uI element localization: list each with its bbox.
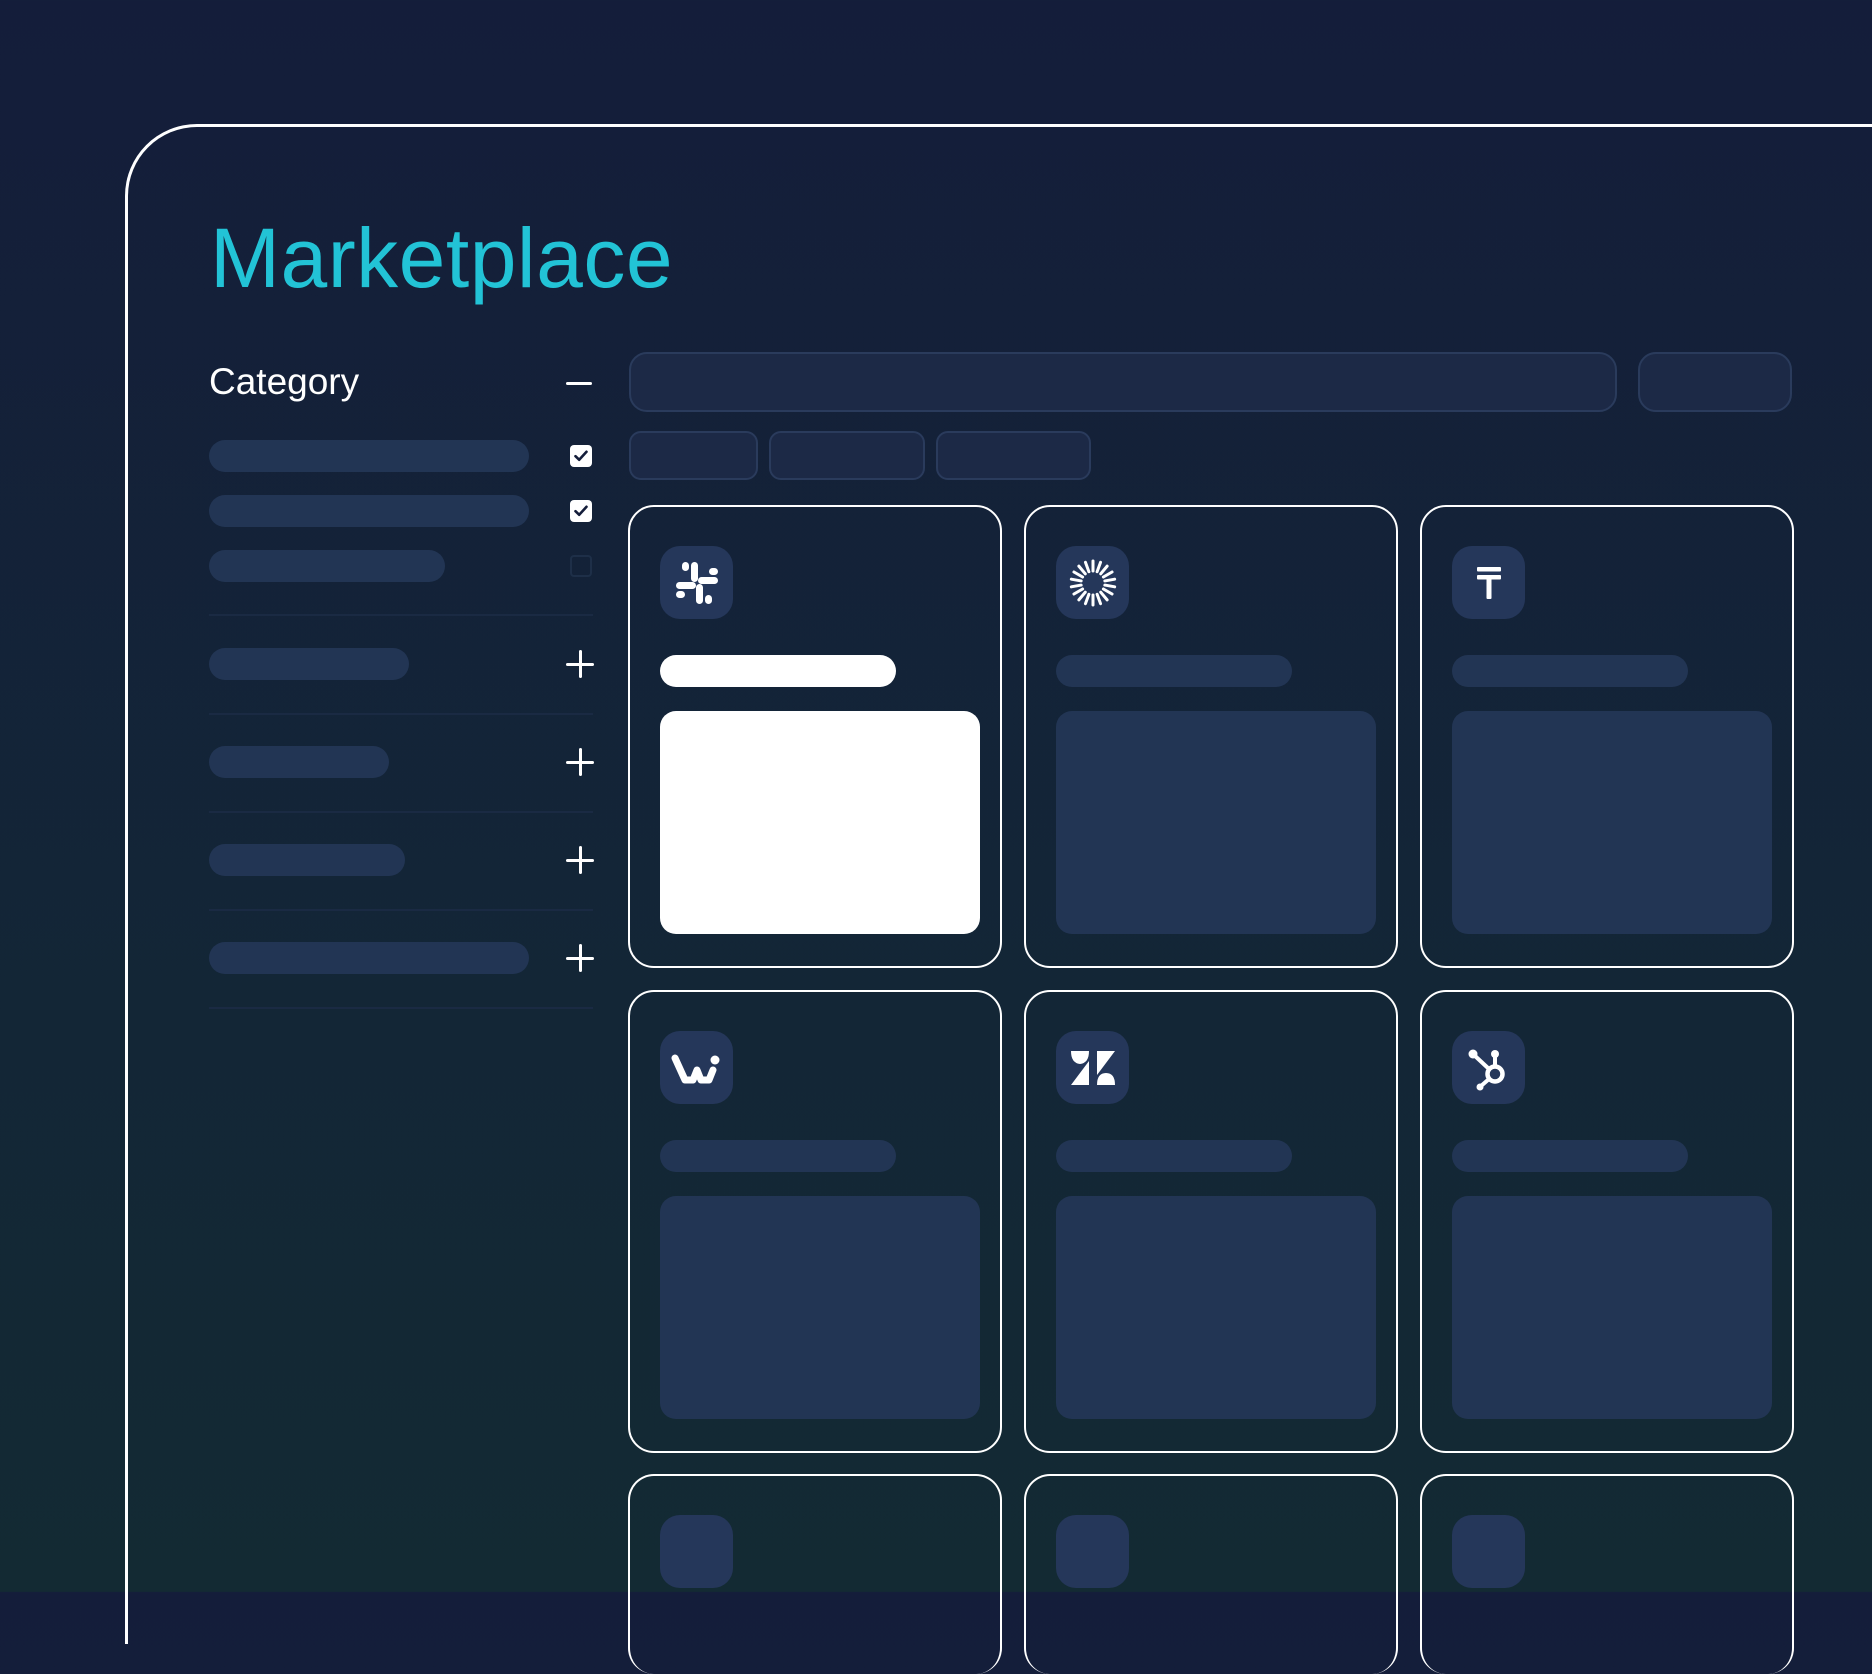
app-card-slack[interactable]	[628, 505, 1002, 968]
app-card-title	[660, 655, 896, 687]
filter-group-label	[209, 844, 405, 876]
filter-group-label	[209, 648, 409, 680]
category-option-label	[209, 550, 445, 582]
filter-chip[interactable]	[769, 431, 925, 480]
sort-dropdown-button[interactable]	[1638, 352, 1792, 412]
app-card-description	[1452, 711, 1772, 934]
tally-t-icon	[1476, 566, 1501, 599]
slack-icon	[675, 561, 718, 604]
app-card-hubspot[interactable]	[1420, 990, 1794, 1453]
app-card-description	[1056, 1196, 1376, 1419]
sunburst-icon	[1069, 559, 1116, 606]
app-card-wrike[interactable]	[628, 990, 1002, 1453]
checkmark-icon	[574, 505, 588, 517]
hubspot-icon	[1468, 1049, 1505, 1090]
app-card-placeholder[interactable]	[1420, 1474, 1794, 1674]
category-option-label	[209, 440, 529, 472]
app-card-zendesk[interactable]	[1024, 990, 1398, 1453]
expand-filter-plus-icon[interactable]	[566, 846, 594, 874]
sidebar-divider	[209, 811, 593, 813]
filter-chip[interactable]	[629, 431, 758, 480]
app-logo-placeholder	[1452, 1515, 1525, 1588]
filter-chip[interactable]	[936, 431, 1091, 480]
app-card-placeholder[interactable]	[1024, 1474, 1398, 1674]
search-input[interactable]	[629, 352, 1617, 412]
app-logo-tile	[1056, 546, 1129, 619]
wrike-w-icon	[671, 1054, 719, 1083]
app-card-placeholder[interactable]	[628, 1474, 1002, 1674]
category-option-checkbox[interactable]	[570, 500, 592, 522]
category-option-checkbox[interactable]	[570, 555, 592, 577]
app-card-title	[1452, 1140, 1688, 1172]
app-card-title	[1056, 1140, 1292, 1172]
sidebar-divider	[209, 1007, 593, 1009]
filter-group-label	[209, 746, 389, 778]
category-option-label	[209, 495, 529, 527]
app-card-title	[1056, 655, 1292, 687]
category-filter-label: Category	[209, 361, 360, 402]
expand-filter-plus-icon[interactable]	[566, 944, 594, 972]
zendesk-icon	[1070, 1050, 1115, 1085]
app-card-description	[660, 1196, 980, 1419]
app-logo-tile	[1056, 1031, 1129, 1104]
app-card-description	[1452, 1196, 1772, 1419]
app-logo-tile	[660, 1031, 733, 1104]
app-card-title	[1452, 655, 1688, 687]
app-card-description	[1056, 711, 1376, 934]
app-logo-placeholder	[1056, 1515, 1129, 1588]
sidebar-divider	[209, 909, 593, 911]
app-logo-placeholder	[660, 1515, 733, 1588]
category-option-checkbox[interactable]	[570, 445, 592, 467]
app-card-sunburst[interactable]	[1024, 505, 1398, 968]
collapse-category-minus-icon[interactable]	[564, 368, 594, 398]
filter-group-label	[209, 942, 529, 974]
app-card-title	[660, 1140, 896, 1172]
sidebar-divider	[209, 614, 593, 616]
page-title: Marketplace	[210, 211, 674, 305]
app-logo-tile	[660, 546, 733, 619]
checkmark-icon	[574, 450, 588, 462]
expand-filter-plus-icon[interactable]	[566, 650, 594, 678]
expand-filter-plus-icon[interactable]	[566, 748, 594, 776]
app-logo-tile	[1452, 1031, 1525, 1104]
app-card-tally[interactable]	[1420, 505, 1794, 968]
sidebar-divider	[209, 713, 593, 715]
app-card-description	[660, 711, 980, 934]
app-logo-tile	[1452, 546, 1525, 619]
